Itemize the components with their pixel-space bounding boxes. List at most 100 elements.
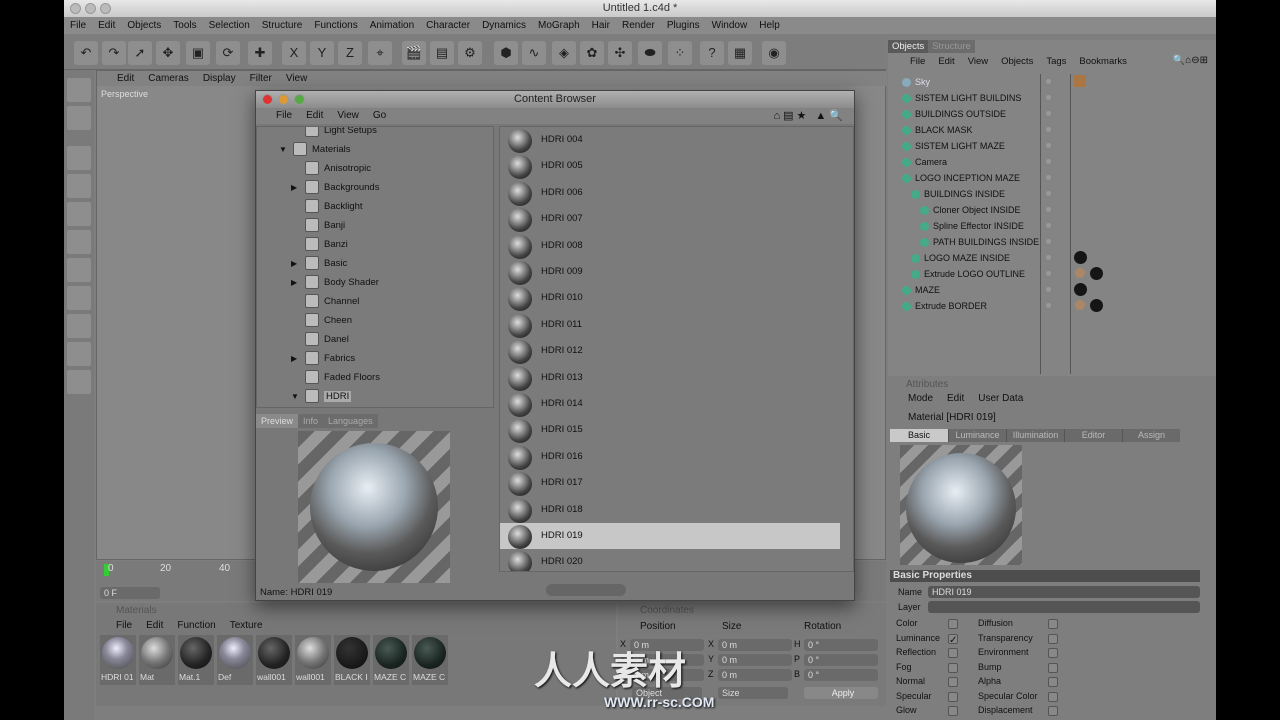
channel-checkbox[interactable] <box>1048 706 1058 716</box>
particle-icon[interactable]: ⁘ <box>668 41 692 65</box>
rot-field[interactable]: 0 ° <box>804 639 878 651</box>
visibility-dots-icon[interactable] <box>1046 159 1051 164</box>
browser-menu-go[interactable]: Go <box>373 108 386 124</box>
menu-objects[interactable]: Objects <box>127 17 161 34</box>
tab-assign[interactable]: Assign <box>1122 429 1180 442</box>
checker-icon[interactable] <box>67 314 91 338</box>
material-tag-icon[interactable] <box>1074 251 1087 264</box>
spline-icon[interactable]: ∿ <box>522 41 546 65</box>
list-item[interactable]: HDRI 014 <box>500 391 840 417</box>
channel-checkbox[interactable]: ✓ <box>948 633 958 646</box>
browser-toolbar-icons[interactable]: ⌂▤★ ▲🔍 <box>773 109 846 122</box>
material-thumbnail[interactable]: wall001 <box>256 635 292 685</box>
objects-menu-file[interactable]: File <box>910 54 925 70</box>
viewport-menu-cameras[interactable]: Cameras <box>148 71 189 86</box>
channel-checkbox[interactable] <box>948 706 958 716</box>
scale-icon[interactable]: ▣ <box>186 41 210 65</box>
render-view-icon[interactable]: 🎬 <box>402 41 426 65</box>
tree-item[interactable]: Light Setups <box>305 127 377 140</box>
view-layout-icon[interactable] <box>67 78 91 102</box>
menu-dynamics[interactable]: Dynamics <box>482 17 526 34</box>
visibility-dots-icon[interactable] <box>1046 287 1051 292</box>
browser-menu-file[interactable]: File <box>276 108 292 124</box>
help-icon[interactable]: ? <box>700 41 724 65</box>
move-icon[interactable]: ✥ <box>156 41 180 65</box>
object-row[interactable]: SISTEM LIGHT MAZE <box>892 138 1005 154</box>
list-item[interactable]: HDRI 017 <box>500 470 840 497</box>
tree-item[interactable]: Anisotropic <box>305 159 371 178</box>
name-field[interactable]: HDRI 019 <box>928 586 1200 598</box>
tree-item[interactable]: Channel <box>305 292 359 311</box>
tab-luminance[interactable]: Luminance <box>948 429 1006 442</box>
y-axis-icon[interactable]: Y <box>310 41 334 65</box>
collapsed-arrow-icon[interactable]: ▶ <box>291 178 297 197</box>
collapsed-arrow-icon[interactable]: ▶ <box>291 273 297 292</box>
material-tag-icon[interactable] <box>1090 299 1103 312</box>
visibility-dots-icon[interactable] <box>1046 207 1051 212</box>
materials-menu-edit[interactable]: Edit <box>146 618 163 634</box>
object-row[interactable]: PATH BUILDINGS INSIDE <box>910 234 1039 250</box>
list-item[interactable]: HDRI 008 <box>500 233 840 259</box>
list-item[interactable]: HDRI 009 <box>500 259 840 285</box>
rot-field[interactable]: 0 ° <box>804 654 878 666</box>
menu-help[interactable]: Help <box>759 17 780 34</box>
scene-icon[interactable]: ⬬ <box>638 41 662 65</box>
tree-item[interactable]: Materials <box>293 140 351 159</box>
frame-field[interactable]: 0 F <box>100 587 160 599</box>
zoom-button[interactable] <box>100 3 111 14</box>
object-row[interactable]: BLACK MASK <box>892 122 973 138</box>
list-item[interactable]: HDRI 013 <box>500 365 840 391</box>
object-row[interactable]: Extrude LOGO OUTLINE <box>901 266 1025 282</box>
object-row[interactable]: SISTEM LIGHT BUILDINS <box>892 90 1021 106</box>
close-button[interactable] <box>70 3 81 14</box>
list-item[interactable]: HDRI 016 <box>500 444 840 470</box>
cube-icon[interactable]: ⬢ <box>494 41 518 65</box>
objects-menu-tags[interactable]: Tags <box>1046 54 1066 70</box>
object-row[interactable]: BUILDINGS INSIDE <box>901 186 1005 202</box>
move-icon[interactable]: ✚ <box>248 41 272 65</box>
channel-checkbox[interactable] <box>1048 691 1058 702</box>
texture-mode-icon[interactable] <box>67 286 91 310</box>
coordinate-system-icon[interactable]: ⌖ <box>368 41 392 65</box>
search-icon[interactable]: 🔍⌂⊖⊞ <box>1173 55 1208 66</box>
channel-checkbox[interactable] <box>948 691 958 702</box>
material-thumbnail[interactable]: Def <box>217 635 253 685</box>
objects-menu-view[interactable]: View <box>968 54 988 70</box>
visibility-dots-icon[interactable] <box>1046 175 1051 180</box>
menu-structure[interactable]: Structure <box>262 17 303 34</box>
rotate-icon[interactable]: ⟳ <box>216 41 240 65</box>
list-item[interactable]: HDRI 019 <box>500 523 840 549</box>
channel-checkbox[interactable] <box>1048 662 1058 673</box>
menu-animation[interactable]: Animation <box>370 17 414 34</box>
table-icon[interactable]: ▦ <box>728 41 752 65</box>
polygons-icon[interactable] <box>67 258 91 282</box>
minimize-button[interactable] <box>278 94 289 105</box>
array-icon[interactable]: ✿ <box>580 41 604 65</box>
objects-menu-objects[interactable]: Objects <box>1001 54 1033 70</box>
material-thumbnail[interactable]: wall001 <box>295 635 331 685</box>
object-row[interactable]: MAZE <box>892 282 940 298</box>
channel-checkbox[interactable] <box>1048 619 1058 629</box>
camera-icon[interactable] <box>67 106 91 130</box>
menu-functions[interactable]: Functions <box>314 17 357 34</box>
materials-menu-function[interactable]: Function <box>177 618 215 634</box>
zoom-button[interactable] <box>294 94 305 105</box>
list-item[interactable]: HDRI 018 <box>500 497 840 523</box>
tree-item[interactable]: Banji <box>305 216 345 235</box>
object-row[interactable]: BUILDINGS OUTSIDE <box>892 106 1006 122</box>
live-select-icon[interactable]: ➚ <box>128 41 152 65</box>
edges-icon[interactable] <box>67 230 91 254</box>
menu-edit[interactable]: Edit <box>98 17 115 34</box>
tab-preview[interactable]: Preview <box>256 414 299 428</box>
close-button[interactable] <box>262 94 273 105</box>
list-item[interactable]: HDRI 004 <box>500 127 840 153</box>
object-row[interactable]: LOGO MAZE INSIDE <box>901 250 1010 266</box>
points-icon[interactable] <box>67 202 91 226</box>
object-row[interactable]: Extrude BORDER <box>892 298 987 314</box>
object-axis-icon[interactable] <box>67 174 91 198</box>
menu-window[interactable]: Window <box>712 17 748 34</box>
channel-checkbox[interactable] <box>948 677 958 687</box>
size-field[interactable]: 0 m <box>718 654 792 666</box>
material-thumbnail[interactable]: Mat <box>139 635 175 685</box>
size-field[interactable]: 0 m <box>718 639 792 651</box>
